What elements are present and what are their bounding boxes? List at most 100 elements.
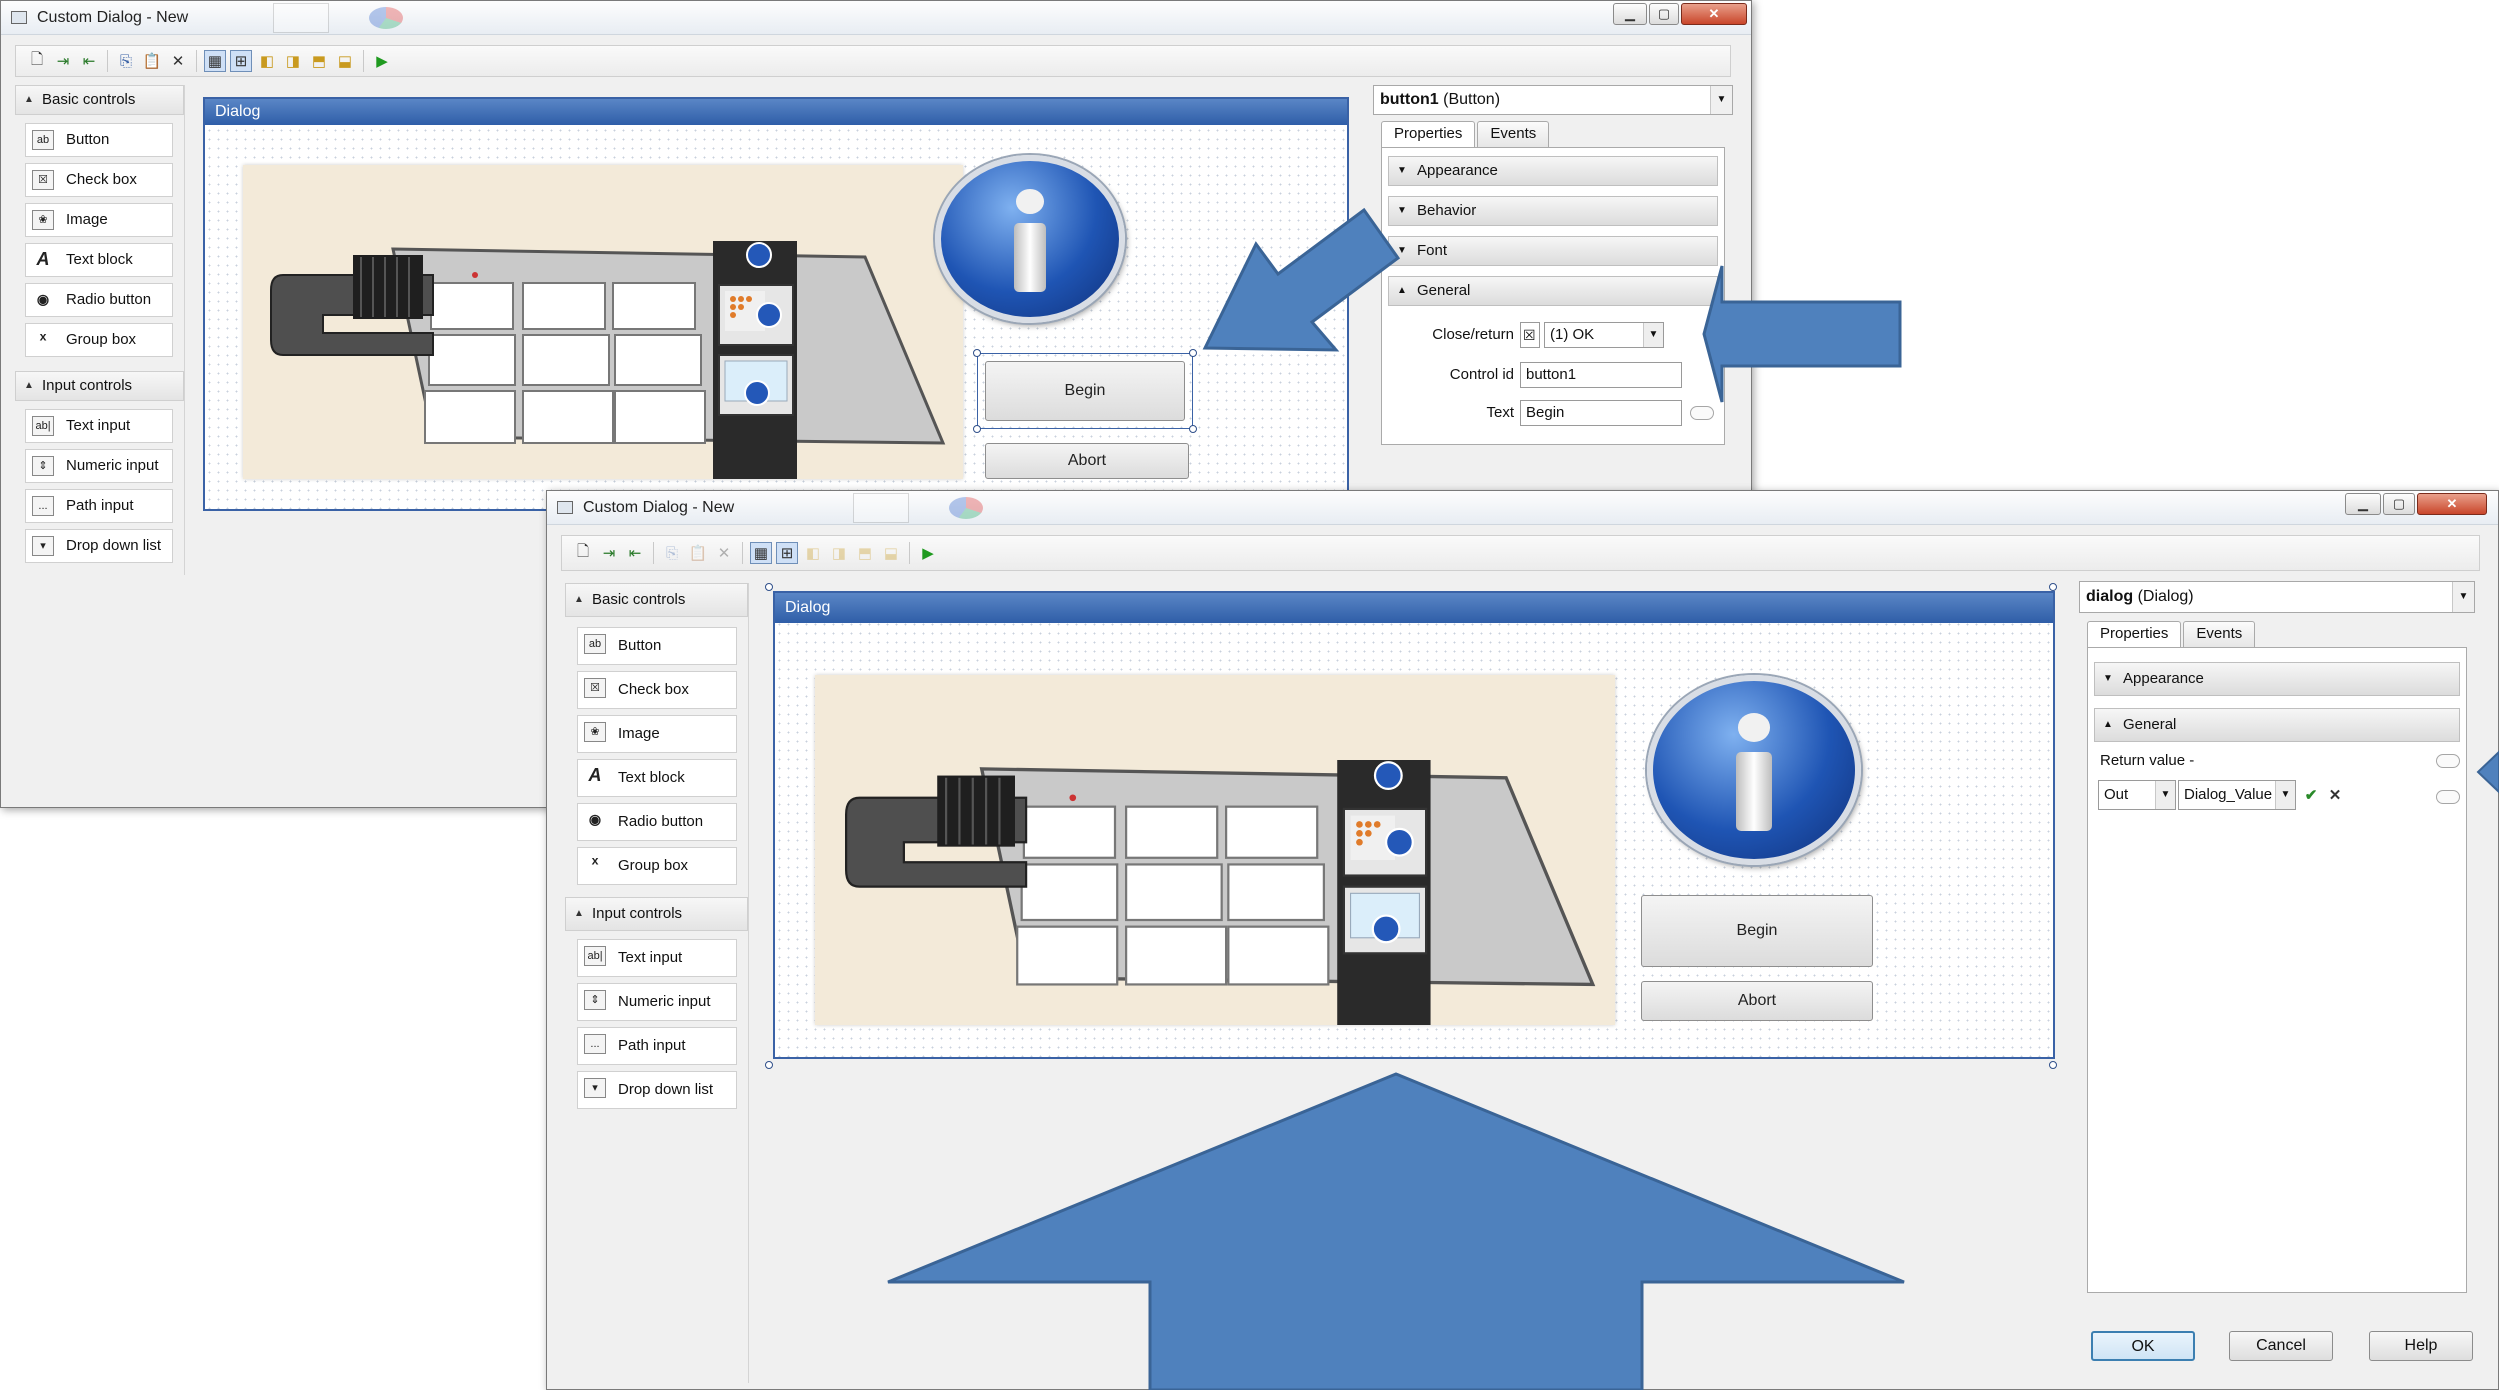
toolbox-item-numeric-input[interactable]: ⇕ Numeric input: [577, 983, 737, 1021]
title-bar[interactable]: Custom Dialog - New ▁ ▢ ✕: [547, 491, 2498, 525]
run-icon[interactable]: ▶: [917, 542, 939, 564]
toolbox-item-button[interactable]: ab Button: [577, 627, 737, 665]
selection-handle[interactable]: [765, 583, 773, 591]
toolbox-group-input[interactable]: ▲ Input controls: [15, 371, 184, 401]
toolbox-item-image[interactable]: ❀ Image: [577, 715, 737, 753]
close-return-select[interactable]: (1) OK ▼: [1544, 322, 1664, 348]
close-return-checkbox[interactable]: ☒: [1520, 322, 1540, 348]
align-left-icon[interactable]: ◧: [256, 50, 278, 72]
grid-icon[interactable]: ▦: [204, 50, 226, 72]
toolbox-group-input[interactable]: ▲ Input controls: [565, 897, 748, 931]
maximize-button[interactable]: ▢: [1649, 3, 1679, 25]
window-front: Custom Dialog - New ▁ ▢ ✕ 🗋 ⇥ ⇤ ⎘ 📋 ✕ ▦ …: [546, 490, 2499, 1390]
confirm-check-icon[interactable]: ✔: [2300, 784, 2322, 806]
toolbox-item-radio-button[interactable]: ◉ Radio button: [577, 803, 737, 841]
toolbox-group-basic[interactable]: ▲ Basic controls: [565, 583, 748, 617]
tab-events[interactable]: Events: [2183, 621, 2256, 647]
selection-handle[interactable]: [2049, 583, 2057, 591]
begin-button[interactable]: Begin: [1641, 895, 1873, 967]
align-right-icon[interactable]: ◨: [282, 50, 304, 72]
minimize-button[interactable]: ▁: [2345, 493, 2381, 515]
object-selector[interactable]: dialog (Dialog) ▼: [2079, 581, 2475, 613]
toolbox-item-image[interactable]: ❀ Image: [25, 203, 173, 237]
section-appearance[interactable]: ▼ Appearance: [2094, 662, 2460, 696]
grid-icon[interactable]: ▦: [750, 542, 772, 564]
toolbox-item-text-block[interactable]: A Text block: [25, 243, 173, 277]
align-left-icon[interactable]: ◧: [802, 542, 824, 564]
new-icon[interactable]: 🗋: [572, 542, 594, 564]
maximize-button[interactable]: ▢: [2383, 493, 2415, 515]
align-top-icon[interactable]: ⬒: [854, 542, 876, 564]
section-general[interactable]: ▲ General: [2094, 708, 2460, 742]
help-button[interactable]: Help: [2369, 1331, 2473, 1361]
ghost-taskbar-thumbnail: [853, 491, 1013, 525]
section-general[interactable]: ▲ General: [1388, 276, 1718, 306]
copy-icon[interactable]: ⎘: [661, 542, 683, 564]
toolbox-item-path-input[interactable]: ... Path input: [577, 1027, 737, 1065]
toolbox-item-group-box[interactable]: ˣ Group box: [577, 847, 737, 885]
align-right-icon[interactable]: ◨: [828, 542, 850, 564]
tab-properties[interactable]: Properties: [1381, 121, 1476, 148]
tab-events[interactable]: Events: [1477, 121, 1550, 147]
toolbox-item-path-input[interactable]: ... Path input: [25, 489, 173, 523]
selection-handle[interactable]: [765, 1061, 773, 1069]
return-value-toggle[interactable]: [2436, 754, 2460, 768]
minimize-button[interactable]: ▁: [1613, 3, 1647, 25]
cancel-button[interactable]: Cancel: [2229, 1331, 2333, 1361]
toolbox-item-numeric-input[interactable]: ⇕ Numeric input: [25, 449, 173, 483]
section-behavior[interactable]: ▼ Behavior: [1388, 196, 1718, 226]
dialog-designer[interactable]: Dialog Begin Abort: [773, 591, 2055, 1059]
toolbox-item-drop-down-list[interactable]: ▾ Drop down list: [577, 1071, 737, 1109]
abort-button[interactable]: Abort: [985, 443, 1189, 479]
snap-icon[interactable]: ⊞: [230, 50, 252, 72]
section-font[interactable]: ▼ Font: [1388, 236, 1718, 266]
copy-icon[interactable]: ⎘: [115, 50, 137, 72]
selection-handle[interactable]: [973, 425, 981, 433]
cancel-x-icon[interactable]: ✕: [2324, 784, 2346, 806]
snap-icon[interactable]: ⊞: [776, 542, 798, 564]
align-bottom-icon[interactable]: ⬓: [880, 542, 902, 564]
run-icon[interactable]: ▶: [371, 50, 393, 72]
text-input[interactable]: Begin: [1520, 400, 1682, 426]
selection-handle[interactable]: [973, 349, 981, 357]
toolbox-group-basic[interactable]: ▲ Basic controls: [15, 85, 184, 115]
toolbox-item-checkbox[interactable]: ☒ Check box: [25, 163, 173, 197]
variable-binding-toggle[interactable]: [2436, 790, 2460, 804]
direction-select[interactable]: Out ▼: [2098, 780, 2176, 810]
toolbox-item-text-input[interactable]: ab| Text input: [25, 409, 173, 443]
ok-button[interactable]: OK: [2091, 1331, 2195, 1361]
section-appearance[interactable]: ▼ Appearance: [1388, 156, 1718, 186]
import-icon[interactable]: ⇥: [52, 50, 74, 72]
close-button[interactable]: ✕: [1681, 3, 1747, 25]
toolbox-item-drop-down-list[interactable]: ▾ Drop down list: [25, 529, 173, 563]
paste-icon[interactable]: 📋: [141, 50, 163, 72]
dialog-designer[interactable]: Dialog Begin Abort: [203, 97, 1349, 511]
delete-icon[interactable]: ✕: [167, 50, 189, 72]
paste-icon[interactable]: 📋: [687, 542, 709, 564]
object-selector[interactable]: button1 (Button) ▼: [1373, 85, 1733, 115]
tab-properties[interactable]: Properties: [2087, 621, 2182, 648]
export-icon[interactable]: ⇤: [78, 50, 100, 72]
new-icon[interactable]: 🗋: [26, 50, 48, 72]
toolbox-item-text-input[interactable]: ab| Text input: [577, 939, 737, 977]
toolbox-item-button[interactable]: ab Button: [25, 123, 173, 157]
align-bottom-icon[interactable]: ⬓: [334, 50, 356, 72]
toolbox-item-group-box[interactable]: ˣ Group box: [25, 323, 173, 357]
begin-button[interactable]: Begin: [985, 361, 1185, 421]
delete-icon[interactable]: ✕: [713, 542, 735, 564]
export-icon[interactable]: ⇤: [624, 542, 646, 564]
align-top-icon[interactable]: ⬒: [308, 50, 330, 72]
control-id-input[interactable]: button1: [1520, 362, 1682, 388]
close-button[interactable]: ✕: [2417, 493, 2487, 515]
title-bar[interactable]: Custom Dialog - New ▁ ▢ ✕: [1, 1, 1751, 35]
toolbox-item-text-block[interactable]: A Text block: [577, 759, 737, 797]
selection-handle[interactable]: [1189, 425, 1197, 433]
toolbox-item-radio-button[interactable]: ◉ Radio button: [25, 283, 173, 317]
text-binding-toggle[interactable]: [1690, 406, 1714, 420]
selection-handle[interactable]: [2049, 1061, 2057, 1069]
selection-handle[interactable]: [1189, 349, 1197, 357]
abort-button[interactable]: Abort: [1641, 981, 1873, 1021]
toolbox-item-checkbox[interactable]: ☒ Check box: [577, 671, 737, 709]
variable-select[interactable]: Dialog_Value ▼: [2178, 780, 2296, 810]
import-icon[interactable]: ⇥: [598, 542, 620, 564]
